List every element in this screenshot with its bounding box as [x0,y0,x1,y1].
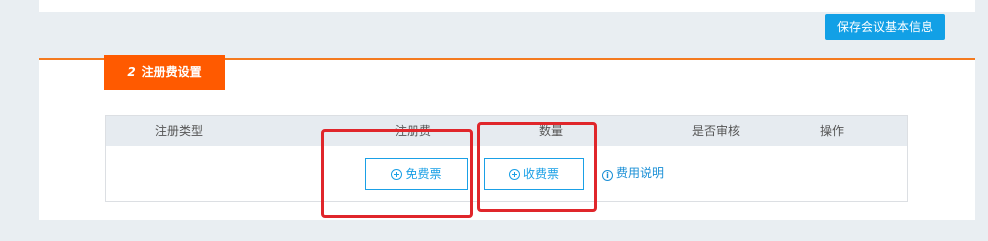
fee-info-link[interactable]: i 费用说明 [602,164,664,182]
table-header: 注册类型 注册费 数量 是否审核 操作 [106,116,907,146]
free-ticket-label: 免费票 [405,167,442,181]
section-number: 2 [127,65,136,79]
column-header-actions: 操作 [819,124,844,138]
column-header-fee: 注册费 [394,124,431,138]
plus-circle-icon [391,169,403,180]
paid-ticket-label: 收费票 [522,167,559,181]
column-header-registration-type: 注册类型 [154,124,203,138]
top-card [39,0,975,12]
fee-info-label: 费用说明 [616,166,665,180]
free-ticket-button[interactable]: 免费票 [365,158,468,190]
paid-ticket-button[interactable]: 收费票 [484,158,584,190]
plus-circle-icon [508,169,520,180]
column-header-review: 是否审核 [691,124,740,138]
section-title: 注册费设置 [141,65,202,79]
info-icon: i [602,170,613,181]
column-header-quantity: 数量 [538,124,563,138]
section-tab: 2 注册费设置 [104,55,225,90]
save-basic-info-button[interactable]: 保存会议基本信息 [825,14,945,40]
